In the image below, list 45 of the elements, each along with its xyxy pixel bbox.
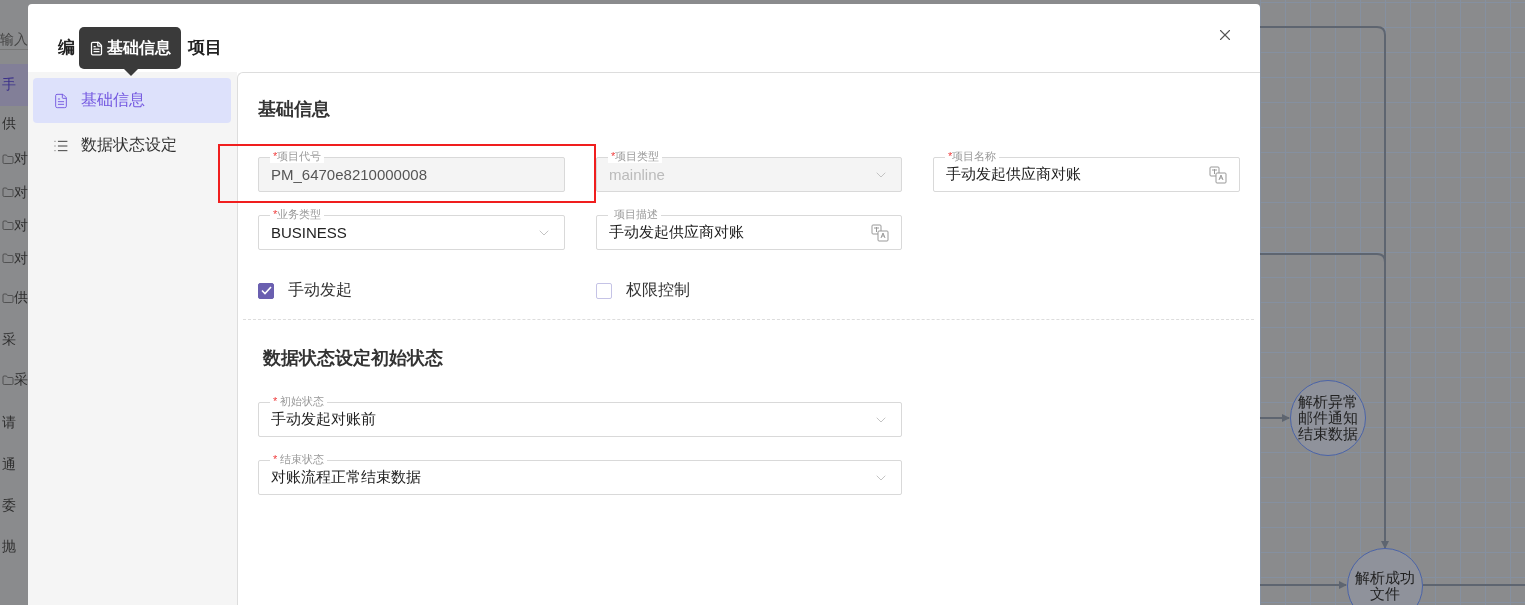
tree-item[interactable]: 供 [0,106,28,142]
folder-icon [2,291,14,305]
translate-icon[interactable] [1209,165,1227,184]
tree-item[interactable]: 请 [0,401,28,444]
document-icon [89,40,104,56]
tree-item[interactable]: 采 [0,321,28,359]
tooltip-arrow-icon [124,69,138,76]
search-field[interactable]: 输入 [0,28,28,50]
tree-item[interactable]: 通 [0,444,28,485]
tree-item[interactable]: 对 [0,142,28,176]
tree-item[interactable]: 采 [0,359,28,401]
tree-item[interactable]: 对 [0,242,28,275]
field-label: *项目代号 [270,150,325,163]
field-label: *项目类型 [608,150,663,163]
flow-node[interactable]: 解析异常邮件通知结束数据 [1290,380,1366,456]
section-heading: 基础信息 [258,98,331,121]
folder-icon [2,186,14,199]
field-label: *业务类型 [270,208,325,221]
checkbox[interactable] [596,282,612,299]
tree-item[interactable]: 抛 [0,527,28,567]
tree-item[interactable]: 委 [0,485,28,527]
folder-icon [2,373,14,387]
folder-icon [2,152,14,166]
dialog-title: 编 [58,36,75,59]
field-label: * 初始状态 [270,395,328,408]
field-label: 项目描述 [608,208,662,221]
checkbox-label: 手动发起 [288,280,352,300]
tree-item[interactable]: 供 [0,275,28,321]
tree-item[interactable]: 对 [0,209,28,242]
folder-icon [2,252,14,265]
nav-item[interactable]: 基础信息 [33,78,231,123]
dialog-title: 项目 [188,36,222,59]
document-icon [53,92,69,109]
section-heading: 数据状态设定初始状态 [262,347,444,370]
folder-icon [2,219,14,232]
tooltip: 基础信息 [79,27,181,69]
tree-item[interactable]: 对 [0,176,28,209]
translate-icon[interactable] [871,223,889,242]
checkbox-label: 权限控制 [626,280,690,300]
nav-item[interactable]: 数据状态设定 [33,123,231,168]
field-label: *项目名称 [945,150,1000,163]
field-label: * 结束状态 [270,453,328,466]
flow-node[interactable]: 解析成功文件 [1347,548,1423,605]
tree-item[interactable]: 手 [0,64,28,106]
checkbox[interactable] [258,282,274,299]
